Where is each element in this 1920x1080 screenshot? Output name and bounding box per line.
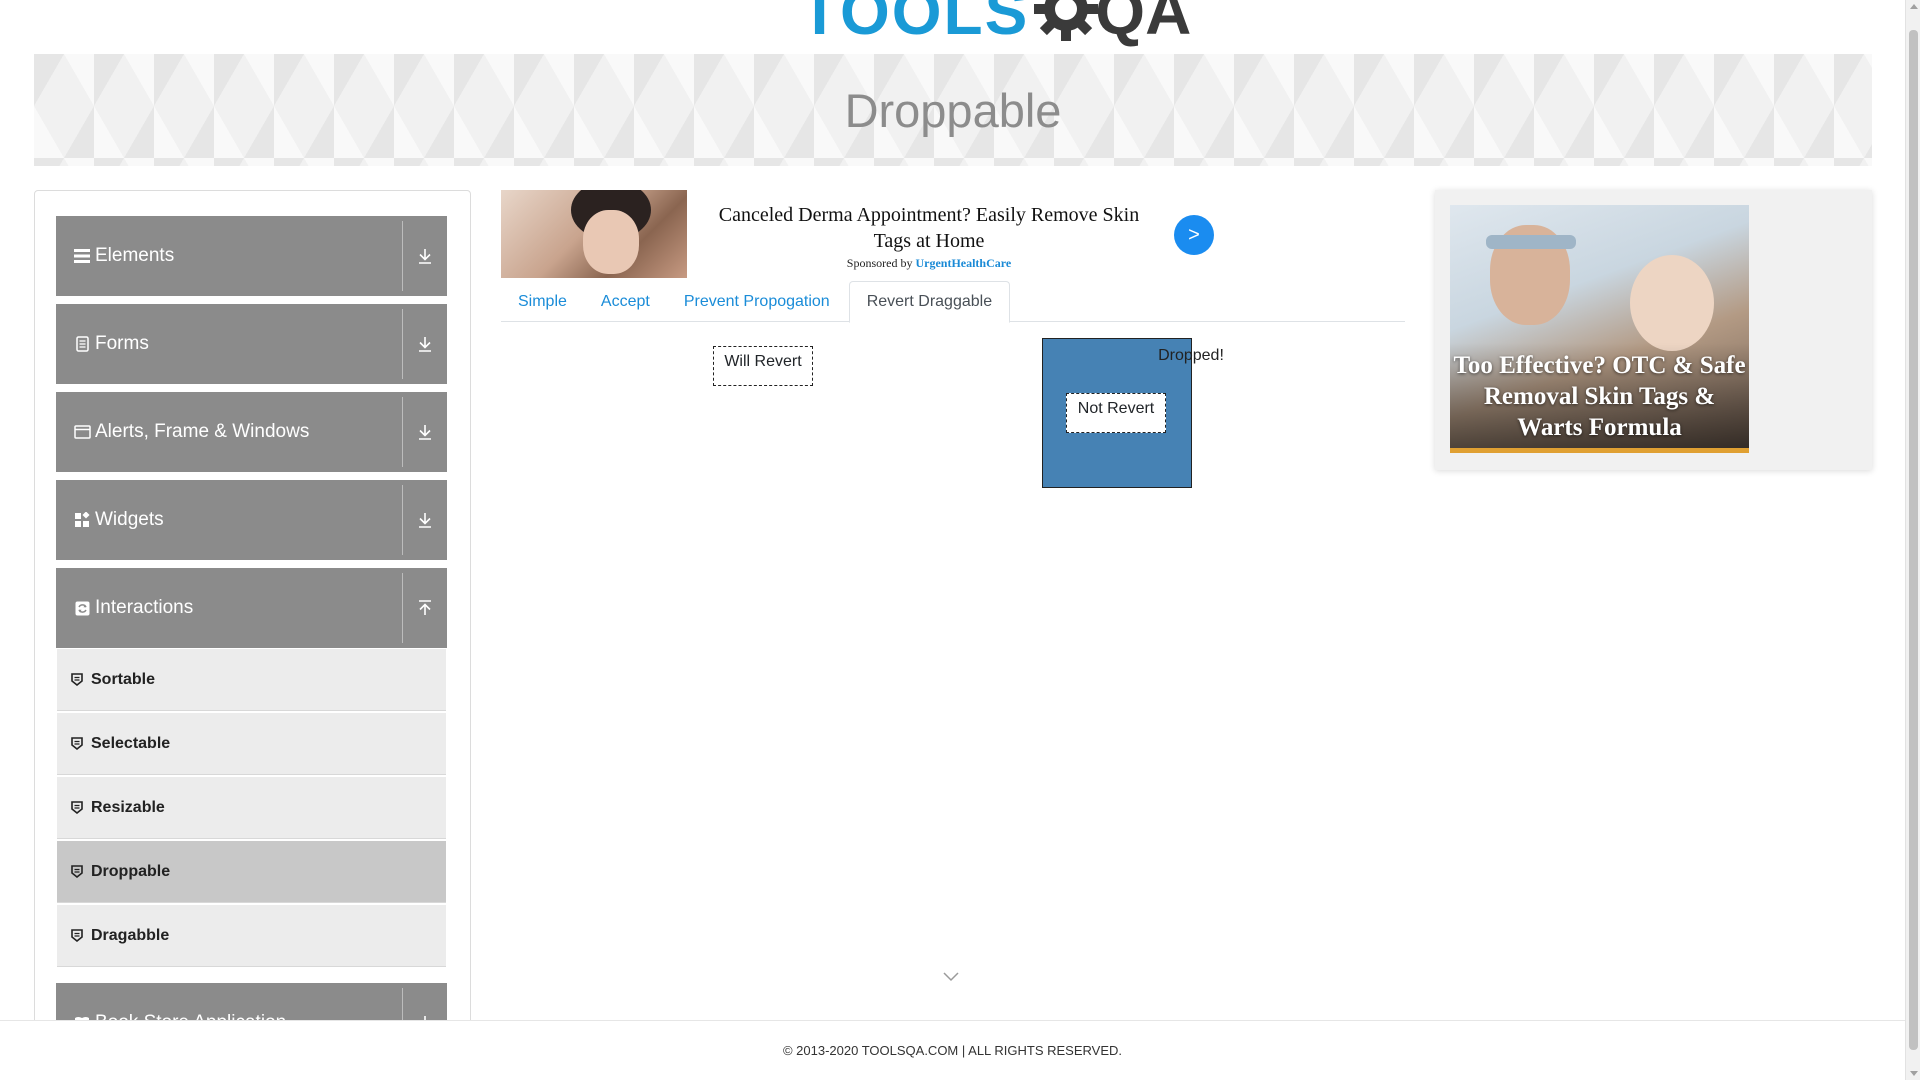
sidebar-group-elements[interactable]: Elements: [56, 216, 447, 296]
window-icon: [73, 423, 91, 441]
page-banner: Droppable: [34, 54, 1872, 166]
sidebar-item-label: Sortable: [91, 670, 156, 688]
expand-down-icon[interactable]: [403, 304, 447, 384]
sidebar-group-label: Forms: [95, 333, 149, 354]
sidebar-item-sortable[interactable]: Sortable: [57, 649, 446, 711]
page-root: TOOLS QA Droppable Elements Forms Alerts…: [0, 0, 1920, 1080]
tab-prevent-propogation[interactable]: Prevent Propogation: [667, 281, 847, 322]
tab-accept[interactable]: Accept: [584, 281, 667, 322]
sidebar-item-label: Droppable: [91, 862, 171, 880]
sidebar-group-alerts-frame-windows[interactable]: Alerts, Frame & Windows: [56, 392, 447, 472]
ad-sponsor-prefix: Sponsored by: [846, 256, 913, 270]
sidebar: Elements Forms Alerts, Frame & Windows W…: [34, 190, 471, 1050]
sidebar-item-label: Resizable: [91, 798, 165, 816]
sidebar-group-label: Widgets: [95, 509, 164, 530]
not-revert-draggable[interactable]: Not Revert: [1066, 393, 1166, 433]
sidebar-group-forms[interactable]: Forms: [56, 304, 447, 384]
will-revert-draggable[interactable]: Will Revert: [713, 346, 813, 386]
expand-down-icon[interactable]: [403, 216, 447, 296]
ad-sponsor-name[interactable]: UrgentHealthCare: [915, 256, 1011, 270]
tab-simple[interactable]: Simple: [501, 281, 584, 322]
page-scrollbar[interactable]: [1905, 0, 1920, 1080]
sidebar-item-label: Dragabble: [91, 926, 170, 944]
toolsqa-logo[interactable]: TOOLS QA: [800, 0, 1191, 44]
expand-down-icon[interactable]: [403, 392, 447, 472]
expand-down-icon[interactable]: [403, 480, 447, 560]
logo-text-tools: TOOLS: [800, 0, 1030, 48]
chevron-down-icon[interactable]: [943, 972, 959, 982]
sidebar-group-label: Alerts, Frame & Windows: [95, 421, 310, 442]
ad-title[interactable]: Canceled Derma Appointment? Easily Remov…: [709, 202, 1149, 254]
footer: © 2013-2020 TOOLSQA.COM | ALL RIGHTS RES…: [0, 1020, 1905, 1080]
drop-target-label: Dropped!: [1158, 347, 1224, 364]
side-ad[interactable]: Too Effective? OTC & Safe Removal Skin T…: [1435, 190, 1872, 470]
ad-next-button[interactable]: >: [1174, 215, 1214, 255]
interactions-icon: [73, 599, 91, 617]
ad-sponsor: Sponsored by UrgentHealthCare: [709, 256, 1149, 271]
scroll-down-icon[interactable]: [1910, 1071, 1918, 1076]
sidebar-group-label: Interactions: [95, 597, 194, 618]
list-icon: [73, 247, 91, 265]
menu-item-icon: [71, 673, 85, 687]
sidebar-group-widgets[interactable]: Widgets: [56, 480, 447, 560]
footer-copyright: © 2013-2020 TOOLSQA.COM | ALL RIGHTS RES…: [782, 1043, 1123, 1058]
page-title: Droppable: [844, 83, 1062, 137]
menu-item-icon: [71, 737, 85, 751]
sidebar-item-dragabble[interactable]: Dragabble: [57, 905, 446, 967]
collapse-up-icon[interactable]: [403, 568, 447, 648]
sidebar-item-droppable[interactable]: Droppable: [57, 841, 446, 903]
document-icon: [73, 335, 91, 353]
sidebar-item-label: Selectable: [91, 734, 171, 752]
sponsored-ad[interactable]: Canceled Derma Appointment? Easily Remov…: [501, 190, 1221, 278]
side-ad-text[interactable]: Too Effective? OTC & Safe Removal Skin T…: [1450, 350, 1749, 443]
widgets-icon: [73, 511, 91, 529]
menu-item-icon: [71, 865, 85, 879]
menu-item-icon: [71, 929, 85, 943]
scrollbar-thumb[interactable]: [1909, 30, 1918, 1050]
sidebar-item-selectable[interactable]: Selectable: [57, 713, 446, 775]
tab-revert-draggable[interactable]: Revert Draggable: [848, 281, 1011, 323]
logo-text-qa: QA: [1095, 0, 1192, 48]
menu-item-icon: [71, 801, 85, 815]
droppable-tabs: Simple Accept Prevent Propogation Revert…: [501, 281, 1405, 323]
sidebar-group-label: Elements: [95, 245, 175, 266]
scroll-up-icon[interactable]: [1910, 4, 1918, 9]
sidebar-item-resizable[interactable]: Resizable: [57, 777, 446, 839]
sidebar-group-interactions[interactable]: Interactions: [56, 568, 447, 648]
gear-icon: [1034, 0, 1099, 41]
ad-image: [501, 190, 687, 278]
